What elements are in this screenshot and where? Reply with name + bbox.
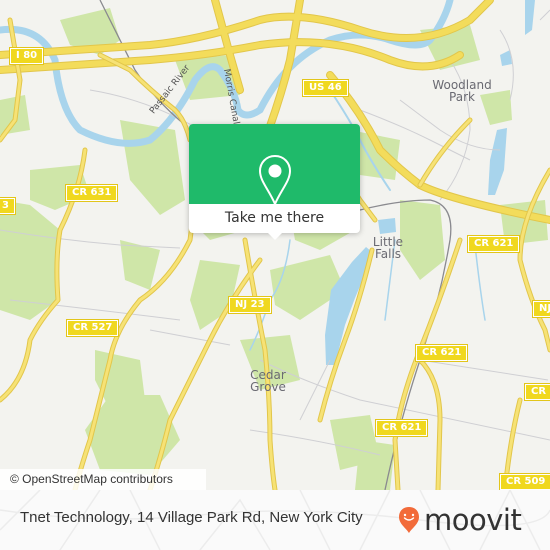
route-shield-i80: I 80 — [8, 47, 45, 65]
footer-bar: Tnet Technology, 14 Village Park Rd, New… — [0, 490, 550, 550]
route-shield-partial: CR — [523, 383, 550, 401]
route-shield-cr621: CR 621 — [414, 344, 469, 362]
route-shield-partial: 3 — [0, 197, 16, 215]
moovit-logo[interactable]: moovit — [398, 500, 522, 540]
place-label-cedar-grove: Cedar Grove — [243, 369, 293, 393]
location-popup: Take me there — [189, 124, 360, 240]
map-attribution[interactable]: © OpenStreetMap contributors — [0, 469, 206, 490]
place-label-woodland-park: Woodland Park — [422, 79, 502, 103]
place-label-line: Park — [449, 90, 475, 104]
place-label-line: Falls — [374, 247, 402, 261]
map-view[interactable]: I 80 US 46 CR 631 CR 527 NJ 23 CR 621 CR… — [0, 0, 550, 490]
place-label-little-falls: Little Falls — [368, 236, 408, 260]
map-pin-icon — [258, 154, 292, 207]
location-title: Tnet Technology, 14 Village Park Rd, New… — [20, 509, 363, 526]
take-me-there-button[interactable]: Take me there — [189, 204, 360, 233]
route-shield-us46: US 46 — [302, 79, 349, 97]
place-label-line: Grove — [250, 380, 286, 394]
popup-pointer — [268, 233, 282, 240]
route-shield-cr621: CR 621 — [374, 419, 429, 437]
route-shield-cr527: CR 527 — [65, 319, 120, 337]
moovit-pin-icon — [399, 507, 419, 533]
route-shield-cr631: CR 631 — [64, 184, 119, 202]
route-shield-cr509: CR 509 — [498, 473, 550, 490]
popup-header — [189, 124, 360, 207]
route-shield-partial: NJ — [531, 300, 550, 318]
brand-name: moovit — [424, 503, 522, 537]
route-shield-cr621: CR 621 — [466, 235, 521, 253]
route-shield-nj23: NJ 23 — [228, 296, 272, 314]
